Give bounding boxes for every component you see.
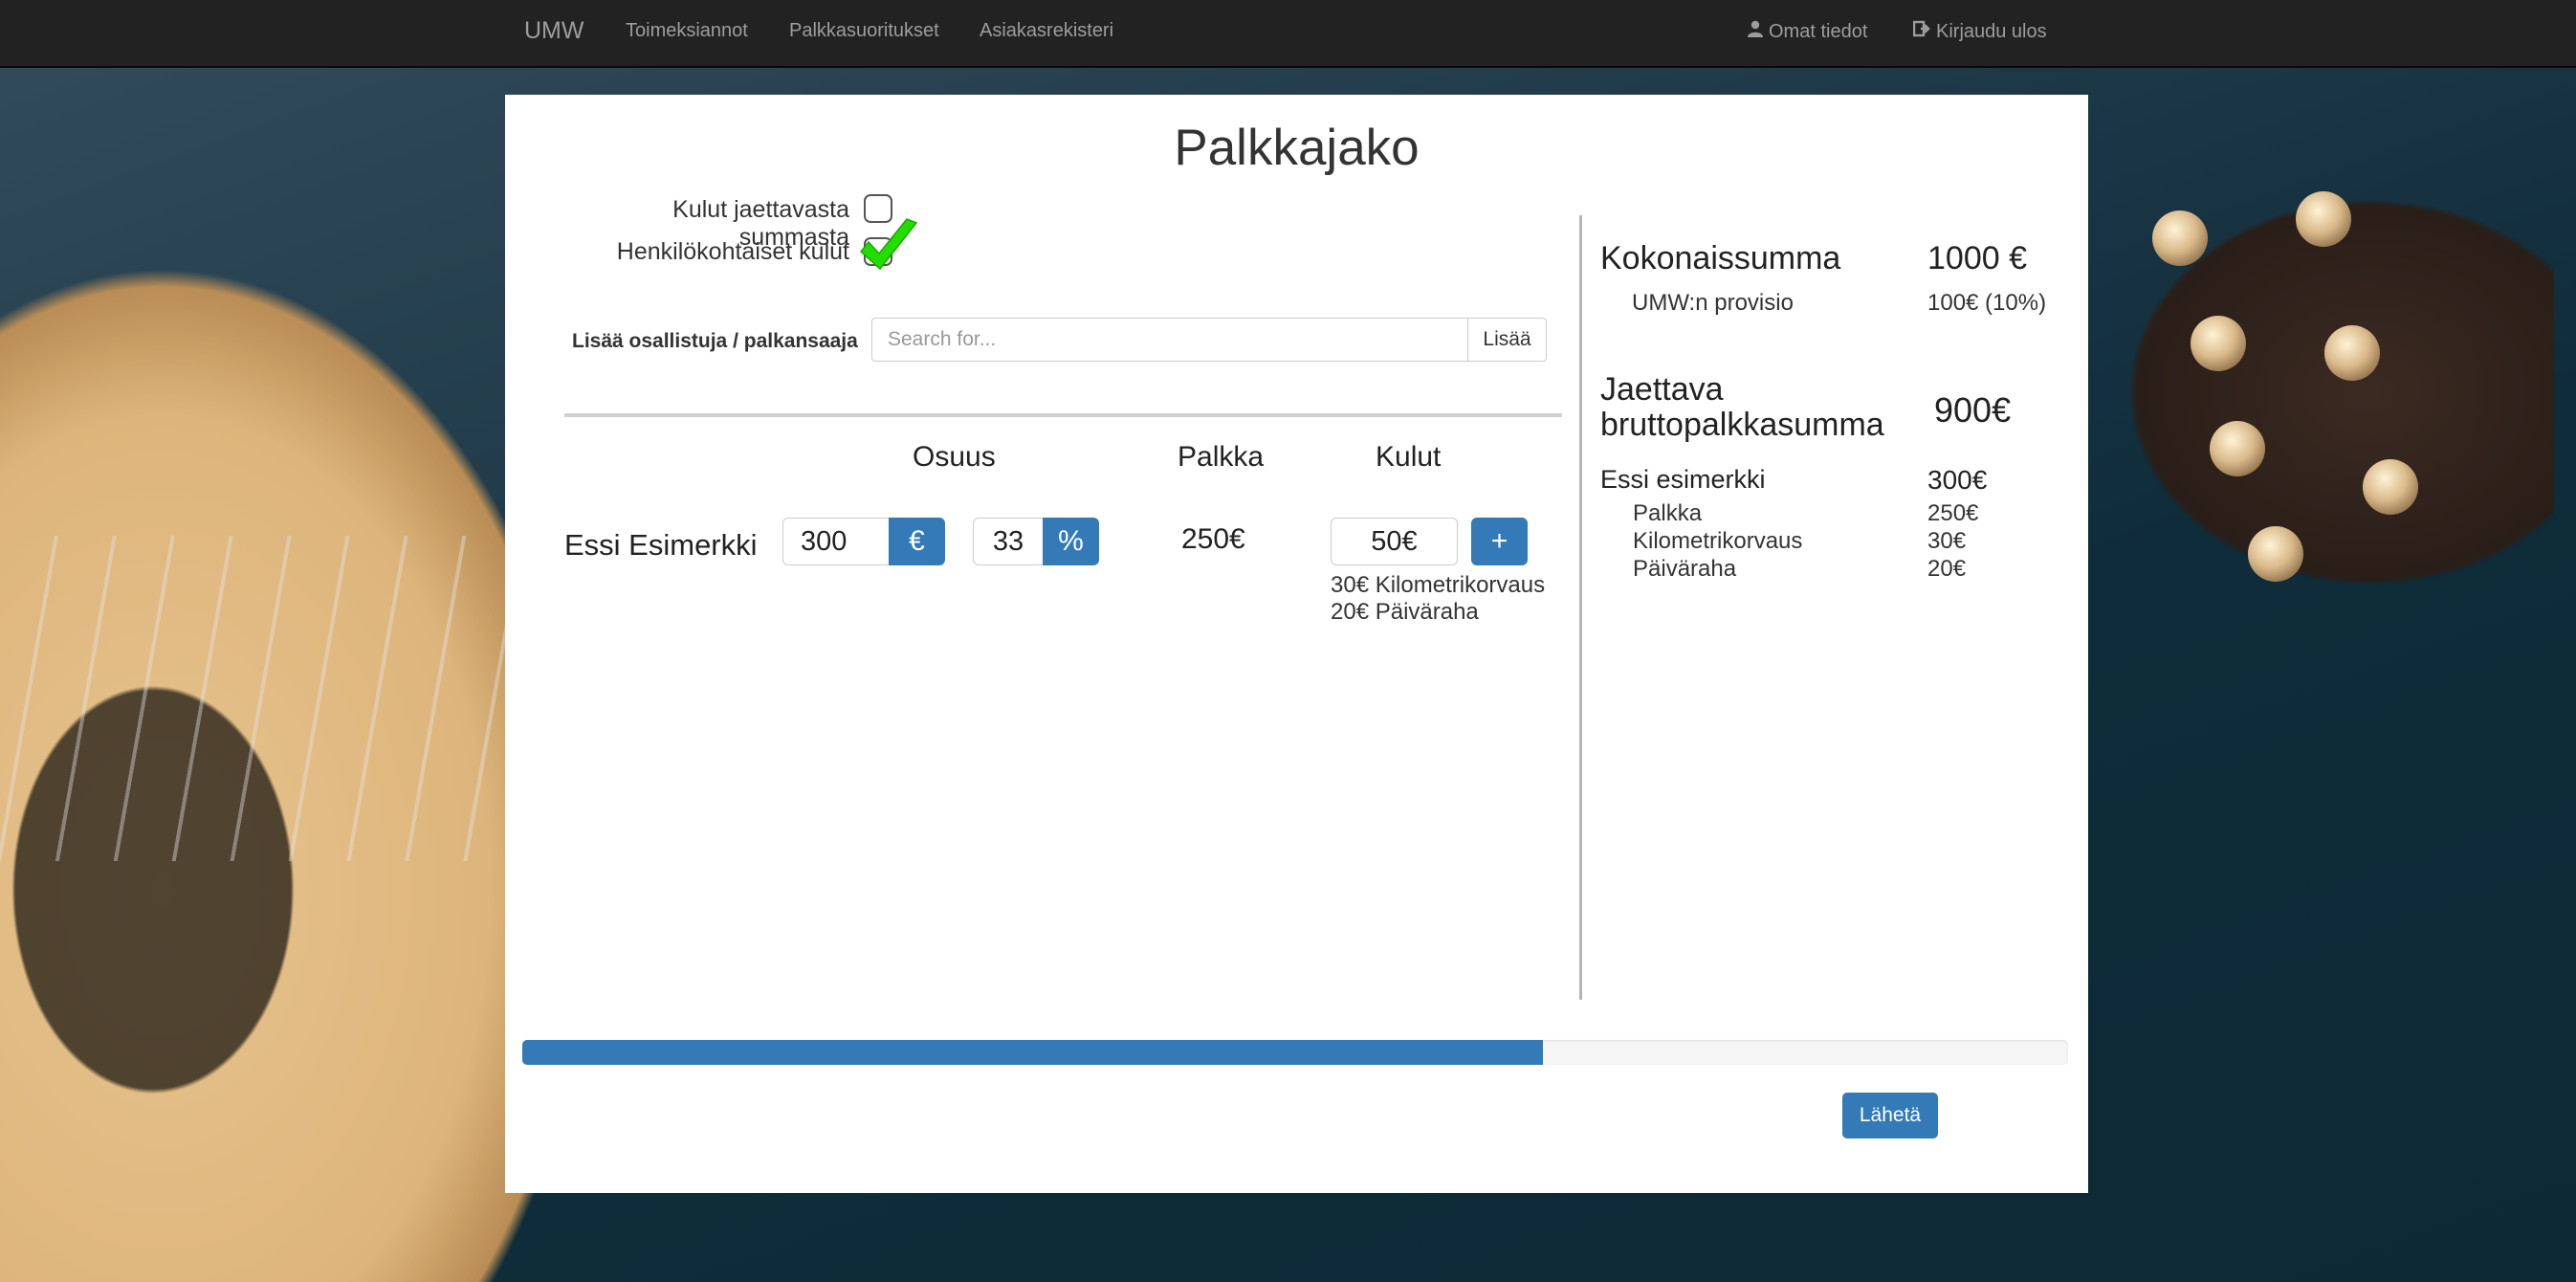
- share-amount-input[interactable]: 300: [782, 518, 890, 565]
- summary-breakdown-label: Palkka: [1633, 500, 1703, 526]
- main-panel: Palkkajako Kulut jaettavasta summasta He…: [505, 95, 2088, 1193]
- participant-name: Essi Esimerkki: [564, 528, 758, 562]
- nav-logout-label: Kirjaudu ulos: [1936, 21, 2047, 42]
- participant-salary: 250€: [1181, 523, 1245, 555]
- add-participant-button[interactable]: Lisää: [1467, 318, 1547, 362]
- tuning-peg: [2152, 210, 2208, 266]
- share-amount-unit-button[interactable]: €: [889, 518, 945, 565]
- tuning-peg: [2210, 421, 2265, 476]
- tuning-peg: [2363, 459, 2418, 515]
- nav-profile-link[interactable]: Omat tiedot: [1748, 20, 1867, 43]
- nav-logout-link[interactable]: Kirjaudu ulos: [1912, 20, 2047, 43]
- summary-commission-value: 100€ (10%): [1927, 290, 2047, 316]
- user-icon: [1748, 20, 1763, 43]
- summary-breakdown-label: Päiväraha: [1633, 556, 1737, 582]
- tuning-peg: [2324, 325, 2380, 381]
- brand-link[interactable]: UMW: [524, 17, 583, 45]
- vertical-separator: [1579, 215, 1582, 1000]
- tuning-peg: [2296, 191, 2351, 247]
- summary-distributable-label: Jaettava bruttopalkkasumma: [1600, 372, 1884, 443]
- summary-distributable-value: 900€: [1934, 390, 2012, 430]
- share-percent-input[interactable]: 33: [973, 518, 1044, 565]
- page-title: Palkkajako: [1174, 120, 1420, 176]
- summary-distributable-line2: bruttopalkkasumma: [1600, 407, 1884, 443]
- progress-bar: [522, 1040, 2068, 1065]
- tuning-peg: [2248, 526, 2303, 582]
- summary-breakdown-value: 250€: [1927, 500, 1979, 526]
- personal-expenses-label: Henkilökohtaiset kulut: [616, 238, 849, 265]
- nav-link-palkkasuoritukset[interactable]: Palkkasuoritukset: [789, 20, 939, 42]
- checkmark-icon: [859, 218, 918, 271]
- summary-total-label: Kokonaissumma: [1600, 240, 1841, 276]
- expense-item: 30€ Kilometrikorvaus: [1331, 572, 1546, 598]
- top-navbar: UMW Toimeksiannot Palkkasuoritukset Asia…: [0, 0, 2576, 68]
- column-header-share: Osuus: [913, 441, 996, 473]
- summary-person-value: 300€: [1927, 465, 1988, 495]
- nav-link-toimeksiannot[interactable]: Toimeksiannot: [626, 20, 748, 42]
- summary-breakdown-value: 20€: [1927, 556, 1967, 582]
- summary-breakdown-value: 30€: [1927, 528, 1967, 554]
- column-header-salary: Palkka: [1178, 441, 1265, 473]
- background-guitar-headstock: [2095, 172, 2554, 612]
- tuning-peg: [2191, 316, 2246, 371]
- expenses-total-input[interactable]: 50€: [1331, 518, 1458, 565]
- nav-link-asiakasrekisteri[interactable]: Asiakasrekisteri: [980, 20, 1113, 42]
- add-participant-label: Lisää osallistuja / palkansaaja: [572, 330, 858, 352]
- section-divider: [564, 413, 1562, 417]
- nav-profile-label: Omat tiedot: [1769, 21, 1868, 42]
- expense-item: 20€ Päiväraha: [1331, 599, 1479, 625]
- summary-person-label: Essi esimerkki: [1600, 465, 1766, 494]
- summary-commission-label: UMW:n provisio: [1632, 290, 1794, 316]
- logout-icon: [1912, 20, 1930, 43]
- column-header-expenses: Kulut: [1376, 441, 1442, 473]
- send-button[interactable]: Lähetä: [1842, 1093, 1938, 1138]
- summary-distributable-line1: Jaettava: [1600, 371, 1724, 408]
- participant-search-input[interactable]: [871, 318, 1468, 362]
- add-expense-button[interactable]: +: [1471, 518, 1528, 565]
- progress-bar-fill: [522, 1040, 1543, 1065]
- share-percent-unit-button[interactable]: %: [1043, 518, 1099, 565]
- summary-total-value: 1000 €: [1927, 240, 2027, 276]
- summary-breakdown-label: Kilometrikorvaus: [1633, 528, 1803, 554]
